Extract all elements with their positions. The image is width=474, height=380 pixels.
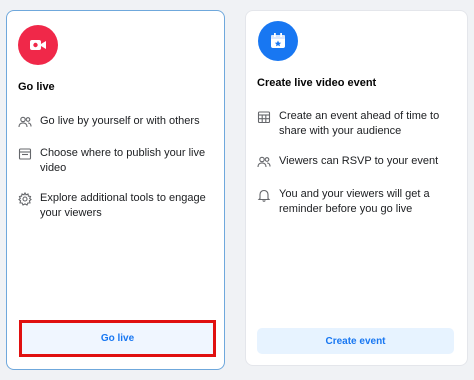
layout-icon xyxy=(18,147,32,161)
feature-text: Choose where to publish your live video xyxy=(40,147,206,174)
bell-icon xyxy=(257,188,271,202)
feature-text: Go live by yourself or with others xyxy=(40,115,200,127)
feature-item: Explore additional tools to engage your … xyxy=(18,191,218,221)
feature-text: Create an event ahead of time to share w… xyxy=(279,110,440,137)
feature-item: Create an event ahead of time to share w… xyxy=(257,109,463,139)
create-event-button[interactable]: Create event xyxy=(257,328,454,354)
people-icon xyxy=(257,155,271,169)
feature-item: You and your viewers will get a reminder… xyxy=(257,187,463,217)
go-live-title: Go live xyxy=(18,81,55,93)
feature-text: Viewers can RSVP to your event xyxy=(279,155,439,167)
create-event-title: Create live video event xyxy=(257,77,377,89)
feature-text: Explore additional tools to engage your … xyxy=(40,192,206,219)
create-event-card[interactable]: Create live video event Create an event … xyxy=(245,10,468,366)
feature-item: Choose where to publish your live video xyxy=(18,146,218,176)
feature-item: Go live by yourself or with others xyxy=(18,114,218,129)
calendar-grid-icon xyxy=(257,110,271,124)
people-icon xyxy=(18,115,32,129)
video-camera-icon xyxy=(18,25,58,65)
go-live-card[interactable]: Go live Go live by yourself or with othe… xyxy=(6,10,225,370)
go-live-button[interactable]: Go live xyxy=(19,320,216,357)
feature-text: You and your viewers will get a reminder… xyxy=(279,188,430,215)
feature-item: Viewers can RSVP to your event xyxy=(257,154,463,169)
gear-icon xyxy=(18,192,32,206)
calendar-icon xyxy=(258,21,298,61)
